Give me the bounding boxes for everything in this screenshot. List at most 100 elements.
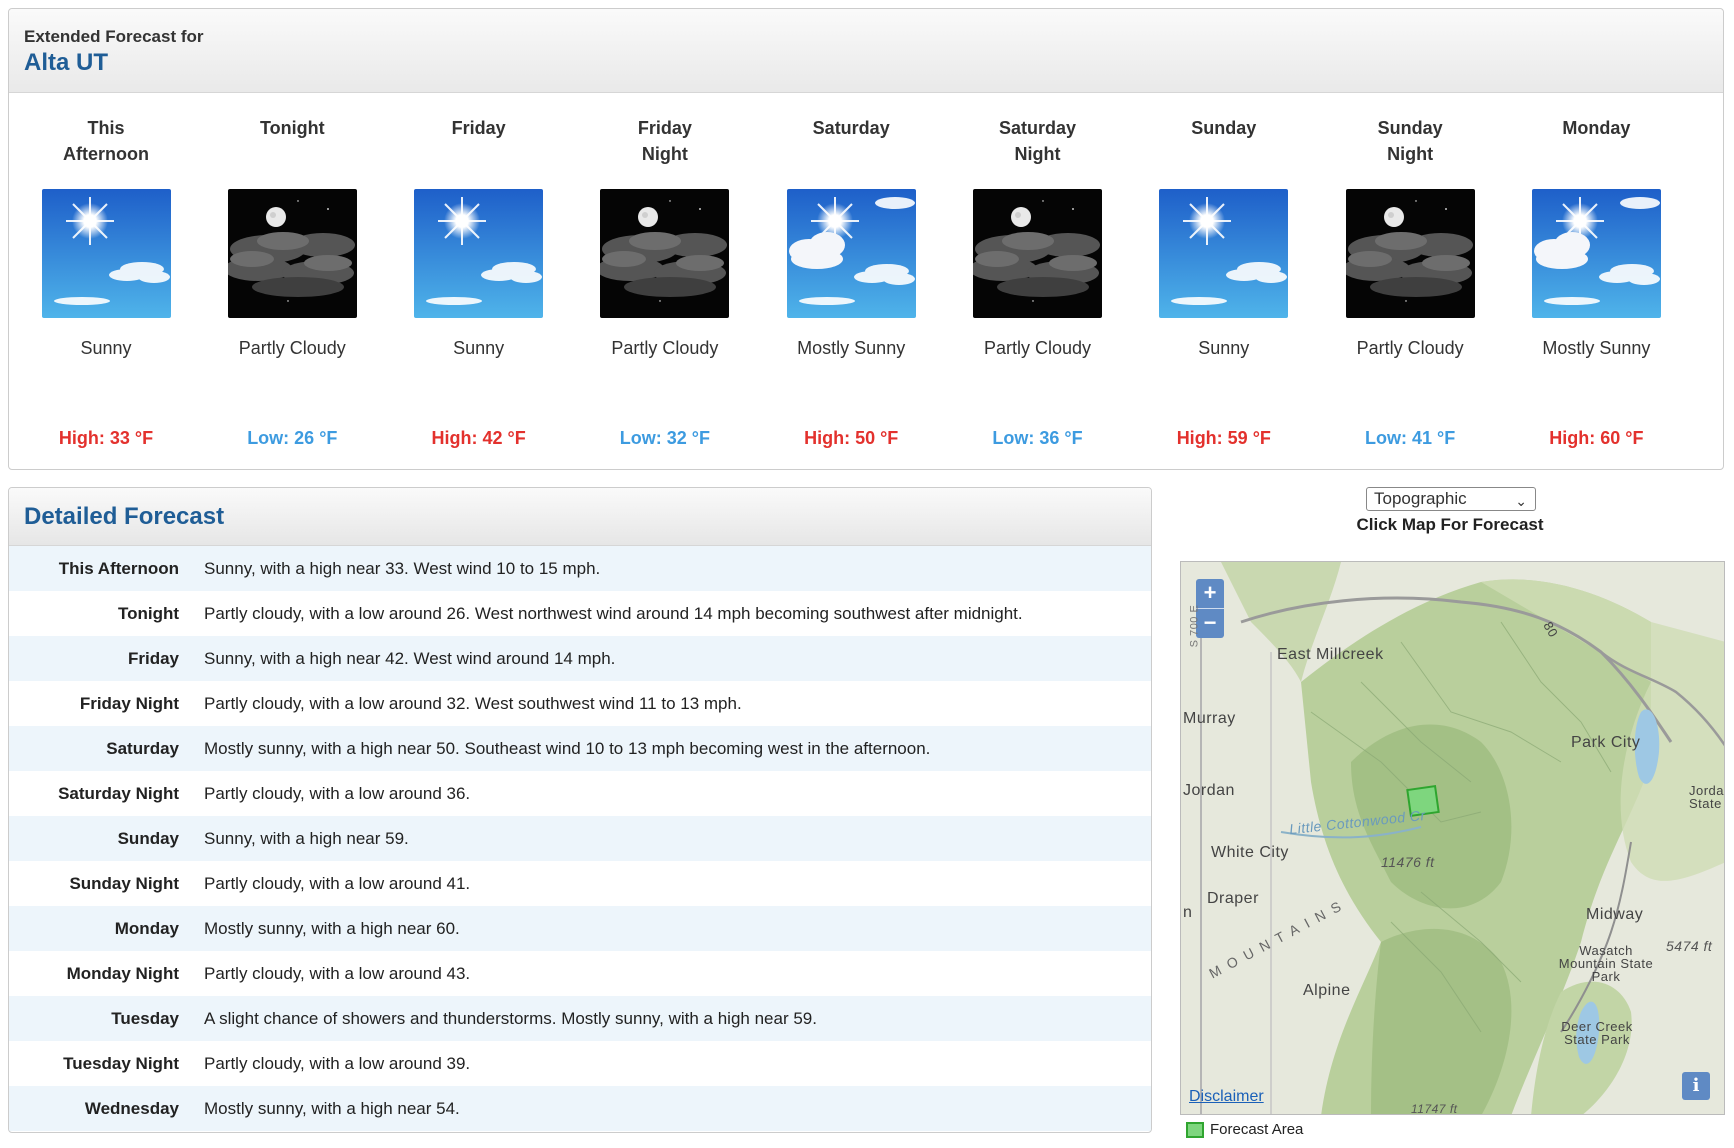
- map-label-deer-creek-park: Deer Creek State Park: [1561, 1019, 1633, 1047]
- row-period-label: Wednesday: [84, 1098, 179, 1118]
- map-label-murray: Murray: [1183, 710, 1236, 727]
- map-type-value: Topographic: [1374, 489, 1467, 508]
- period-name: Sunday: [1191, 118, 1257, 138]
- row-forecast-text: A slight chance of showers and thunderst…: [204, 1008, 817, 1028]
- map-label-edge: n: [1183, 904, 1193, 921]
- detailed-forecast-row: This Afternoon Sunny, with a high near 33…: [9, 546, 1151, 591]
- forecast-period: Sunday Sunny High: 59 °F: [1131, 93, 1317, 449]
- row-forecast-text: Mostly sunny, with a high near 54.: [204, 1098, 460, 1118]
- row-forecast-text: Partly cloudy, with a low around 43.: [204, 963, 471, 983]
- detailed-forecast-title: Detailed Forecast: [24, 503, 225, 530]
- detailed-forecast-row: Saturday Mostly sunny, with a high near 5…: [9, 726, 1151, 771]
- map-terrain: [1181, 562, 1724, 1114]
- period-condition: Partly Cloudy: [983, 338, 1092, 358]
- row-period-label: Sunday Night: [69, 873, 179, 893]
- row-forecast-text: Mostly sunny, with a high near 50. South…: [204, 738, 931, 758]
- row-forecast-text: Partly cloudy, with a low around 36.: [204, 783, 471, 803]
- detailed-forecast-row: Monday Night Partly cloudy, with a low ar…: [9, 951, 1151, 996]
- detailed-forecast-rows: This Afternoon Sunny, with a high near 33…: [9, 546, 1151, 1131]
- period-condition: Mostly Sunny: [797, 338, 906, 358]
- night-partly-cloudy-icon: [973, 189, 1102, 318]
- period-condition: Mostly Sunny: [1542, 338, 1651, 358]
- row-period-label: Saturday: [106, 738, 179, 758]
- forecast-map[interactable]: + − East Millcreek Murray Park City Jord…: [1180, 561, 1725, 1115]
- mostly-sunny-icon: [786, 189, 916, 318]
- forecast-period: Friday Night Partly Cloudy Low: 32 °F: [572, 93, 758, 449]
- forecast-period: Saturday Night Partly Cloudy Low: 36 °F: [945, 93, 1131, 449]
- sunny-icon: [414, 189, 544, 318]
- period-condition: Sunny: [80, 338, 132, 358]
- detailed-forecast-row: Tuesday Night Partly cloudy, with a low a…: [9, 1041, 1151, 1086]
- detailed-forecast-row: Sunday Night Partly cloudy, with a low ar…: [9, 861, 1151, 906]
- map-type-select[interactable]: Topographic ⌄: [1366, 487, 1536, 511]
- row-period-label: Saturday Night: [58, 783, 179, 803]
- detailed-forecast-row: Tonight Partly cloudy, with a low around …: [9, 591, 1151, 636]
- period-condition: Partly Cloudy: [1356, 338, 1464, 358]
- forecast-periods: This Afternoon Sunny High: 33 °F Tonight Par…: [9, 93, 1723, 469]
- extended-forecast-header: Extended Forecast for Alta UT: [9, 9, 1723, 93]
- map-label-east-millcreek: East Millcreek: [1277, 646, 1384, 663]
- extended-forecast-subtitle: Extended Forecast for: [24, 27, 204, 46]
- period-condition: Sunny: [453, 338, 505, 358]
- map-label-jordan: Jordan: [1183, 782, 1235, 799]
- forecast-period: Sunday Night Partly Cloudy Low: 41 °F: [1317, 93, 1503, 449]
- period-name: Friday: [451, 118, 506, 138]
- map-label-elevation-3: 11747 ft: [1411, 1102, 1458, 1115]
- forecast-period: Saturday Mostly Sunny High: 50 °F: [758, 93, 944, 449]
- map-legend: Forecast Area: [1186, 1121, 1303, 1138]
- period-condition: Partly Cloudy: [238, 338, 346, 358]
- row-period-label: Friday: [127, 648, 179, 668]
- row-forecast-text: Mostly sunny, with a high near 60.: [204, 918, 460, 938]
- detailed-forecast-row: Friday Sunny, with a high near 42. West w…: [9, 636, 1151, 681]
- map-controls: Topographic ⌄ Click Map For Forecast: [1180, 487, 1720, 535]
- detailed-forecast-row: Tuesday A slight chance of showers and th…: [9, 996, 1151, 1041]
- sunny-icon: [1159, 189, 1289, 318]
- detailed-forecast-row: Monday Mostly sunny, with a high near 60.: [9, 906, 1151, 951]
- map-label-draper: Draper: [1207, 890, 1259, 907]
- map-label-alpine: Alpine: [1303, 982, 1351, 999]
- chevron-down-icon: ⌄: [1515, 493, 1527, 509]
- night-partly-cloudy-icon: [227, 189, 357, 318]
- row-period-label: Monday Night: [66, 963, 179, 983]
- low-temperature: Low: 32 °F: [619, 428, 710, 448]
- high-temperature: High: 42 °F: [431, 428, 526, 448]
- night-partly-cloudy-icon: [1345, 189, 1475, 318]
- high-temperature: High: 60 °F: [1549, 428, 1644, 448]
- row-period-label: Friday Night: [79, 693, 179, 713]
- period-condition: Partly Cloudy: [611, 338, 719, 358]
- high-temperature: High: 59 °F: [1176, 428, 1271, 448]
- map-label-jordanelle: Jorda State: [1689, 783, 1725, 811]
- high-temperature: High: 50 °F: [804, 428, 899, 448]
- map-label-elevation-1: 11476 ft: [1381, 854, 1435, 870]
- row-period-label: Tuesday Night: [63, 1053, 179, 1073]
- disclaimer-link[interactable]: Disclaimer: [1189, 1088, 1264, 1106]
- row-forecast-text: Partly cloudy, with a low around 32. Wes…: [204, 693, 742, 713]
- period-name: Tonight: [259, 118, 325, 138]
- detailed-forecast-row: Sunday Sunny, with a high near 59.: [9, 816, 1151, 861]
- forecast-period: This Afternoon Sunny High: 33 °F: [13, 93, 199, 449]
- detailed-forecast-row: Wednesday Mostly sunny, with a high near …: [9, 1086, 1151, 1131]
- sunny-icon: [41, 189, 171, 318]
- low-temperature: Low: 36 °F: [992, 428, 1083, 448]
- period-condition: Sunny: [1198, 338, 1250, 358]
- map-label-wasatch-park: Wasatch Mountain State Park: [1558, 943, 1654, 984]
- night-partly-cloudy-icon: [600, 189, 730, 318]
- period-name: Friday Night: [637, 118, 692, 164]
- detailed-forecast-row: Friday Night Partly cloudy, with a low ar…: [9, 681, 1151, 726]
- map-label-midway: Midway: [1586, 906, 1644, 923]
- row-forecast-text: Partly cloudy, with a low around 39.: [204, 1053, 471, 1073]
- extended-forecast-panel: Extended Forecast for Alta UT This After…: [8, 8, 1724, 470]
- row-period-label: Sunday: [117, 828, 179, 848]
- legend-label: Forecast Area: [1210, 1121, 1304, 1138]
- period-name: This Afternoon: [63, 118, 149, 164]
- forecast-period: Friday Sunny High: 42 °F: [386, 93, 572, 449]
- zoom-in-button[interactable]: +: [1196, 579, 1224, 608]
- period-name: Monday: [1562, 118, 1631, 138]
- map-label-park-city: Park City: [1571, 734, 1641, 751]
- period-name: Saturday Night: [998, 118, 1077, 164]
- forecast-period: Monday Mostly Sunny High: 60 °F: [1503, 93, 1689, 449]
- forecast-area-swatch: [1186, 1121, 1204, 1138]
- info-icon[interactable]: i: [1682, 1072, 1710, 1100]
- map-label-elevation-2: 5474 ft: [1666, 938, 1713, 954]
- row-period-label: Monday: [114, 918, 179, 938]
